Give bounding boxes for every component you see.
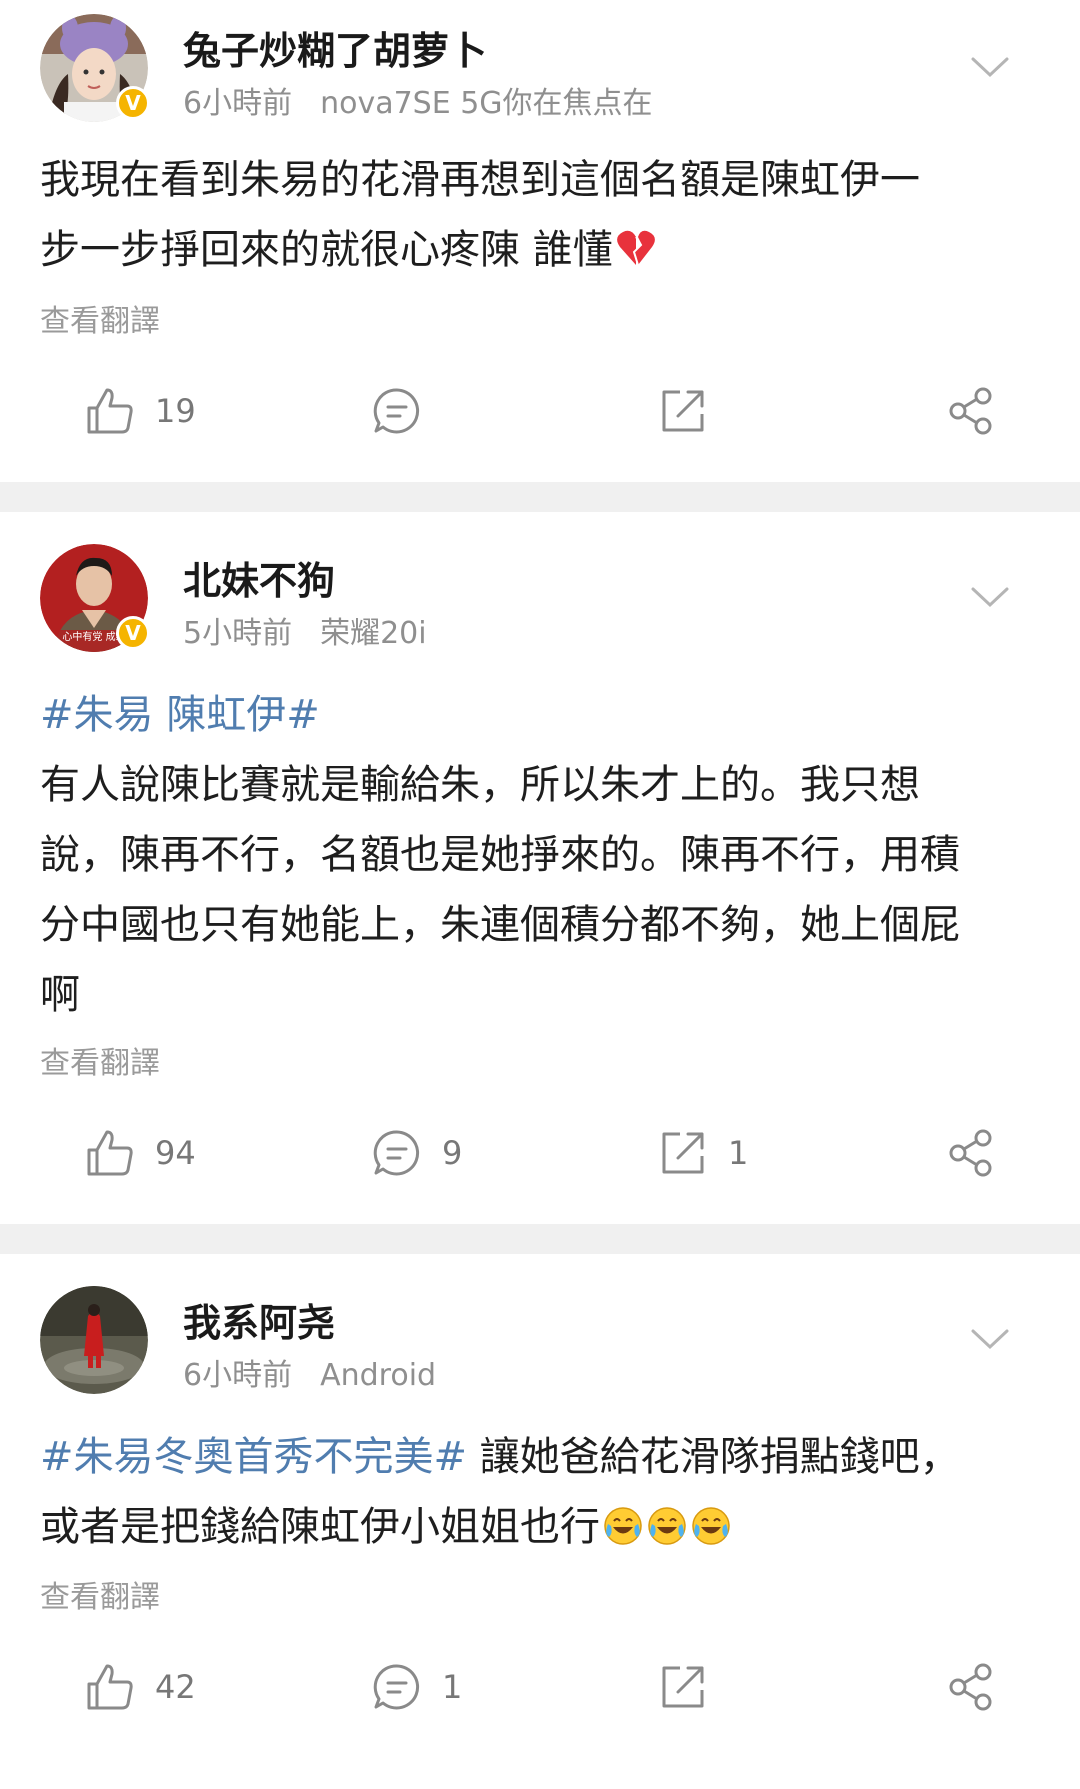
post-device: Android <box>320 1358 437 1393</box>
content-text: 讓她爸給花滑隊捐點錢吧， <box>467 1434 960 1480</box>
repost-icon <box>662 390 704 432</box>
share-button[interactable] <box>946 1657 996 1717</box>
post-separator <box>0 1224 1080 1254</box>
avatar[interactable]: 心中有党 成绩 V <box>40 544 150 652</box>
comment-button[interactable]: 1 <box>372 1657 462 1717</box>
topic-link[interactable]: #朱易冬奧首秀不完美# <box>40 1434 467 1480</box>
like-button[interactable]: 19 <box>85 381 196 441</box>
username[interactable]: 我系阿尧 <box>183 1292 335 1347</box>
post-device: nova7SE 5G你在焦点在 <box>320 86 653 121</box>
content-line: #朱易冬奧首秀不完美# 讓她爸給花滑隊捐點錢吧， <box>40 1422 1040 1492</box>
laugh-cry-emoji <box>648 1507 686 1545</box>
post-content: 我現在看到朱易的花滑再想到這個名額是陳虹伊一 步一步掙回來的就很心疼陳 誰懂 <box>40 145 1040 285</box>
content-line: 啊 <box>40 972 80 1018</box>
thumbs-up-icon <box>87 1130 133 1176</box>
verified-badge-icon: V <box>116 616 150 650</box>
topic-link[interactable]: #朱易 陳虹伊# <box>40 692 320 738</box>
comment-bubble-icon <box>373 388 420 434</box>
avatar[interactable] <box>40 1286 148 1394</box>
post-card: 心中有党 成绩 V 北妹不狗 5小時前 荣耀20i #朱易 陳虹伊# 有人說陳比賽… <box>0 512 1080 1224</box>
like-count: 42 <box>155 1668 196 1706</box>
post-content: #朱易冬奧首秀不完美# 讓她爸給花滑隊捐點錢吧， 或者是把錢給陳虹伊小姐姐也行 <box>40 1422 1040 1562</box>
repost-count: 1 <box>728 1134 749 1172</box>
like-count: 94 <box>155 1134 196 1172</box>
post-meta: 6小時前 Android <box>183 1350 436 1394</box>
share-button[interactable] <box>946 381 996 441</box>
action-bar: 19 <box>0 381 1080 441</box>
chevron-down-icon[interactable] <box>970 584 1010 610</box>
username[interactable]: 兔子炒糊了胡萝卜 <box>183 20 487 75</box>
post-content: #朱易 陳虹伊# 有人說陳比賽就是輸給朱，所以朱才上的。我只想 說，陳再不行，名… <box>40 680 1040 1030</box>
share-icon <box>949 387 992 435</box>
like-button[interactable]: 94 <box>85 1123 196 1183</box>
repost-button[interactable]: 1 <box>658 1123 748 1183</box>
repost-icon <box>662 1132 704 1174</box>
action-bar: 94 9 1 <box>0 1123 1080 1183</box>
action-bar: 42 1 <box>0 1657 1080 1717</box>
repost-button[interactable] <box>658 381 728 441</box>
post-meta: 6小時前 nova7SE 5G你在焦点在 <box>183 78 653 122</box>
content-line: #朱易 陳虹伊# <box>40 680 1040 750</box>
repost-button[interactable] <box>658 1657 728 1717</box>
comment-button[interactable] <box>372 381 442 441</box>
view-translation-link[interactable]: 查看翻譯 <box>40 1572 160 1616</box>
post-device: 荣耀20i <box>320 616 427 651</box>
post-meta: 5小時前 荣耀20i <box>183 608 427 652</box>
comment-count: 1 <box>442 1668 463 1706</box>
content-line: 或者是把錢給陳虹伊小姐姐也行 <box>40 1492 1040 1562</box>
verified-badge-icon: V <box>116 86 150 120</box>
post-card: 我系阿尧 6小時前 Android #朱易冬奧首秀不完美# 讓她爸給花滑隊捐點錢吧… <box>0 1254 1080 1789</box>
repost-icon <box>662 1666 704 1708</box>
content-text: 或者是把錢給陳虹伊小姐姐也行 <box>40 1504 600 1550</box>
laugh-cry-emoji <box>692 1507 730 1545</box>
laugh-cry-emoji <box>604 1507 642 1545</box>
thumbs-up-icon <box>87 1664 133 1710</box>
comment-button[interactable]: 9 <box>372 1123 462 1183</box>
post-time: 5小時前 <box>183 616 293 651</box>
content-text: 步一步掙回來的就很心疼陳 誰懂 <box>40 227 613 273</box>
like-button[interactable]: 42 <box>85 1657 196 1717</box>
comment-bubble-icon <box>373 1130 420 1176</box>
thumbs-up-icon <box>87 388 133 434</box>
avatar-image <box>40 1286 148 1394</box>
content-line: 我現在看到朱易的花滑再想到這個名額是陳虹伊一 <box>40 157 920 203</box>
username[interactable]: 北妹不狗 <box>183 550 335 605</box>
comment-feed: V 兔子炒糊了胡萝卜 6小時前 nova7SE 5G你在焦点在 我現在看到朱易的花… <box>0 0 1080 1789</box>
broken-heart-emoji <box>616 230 655 266</box>
view-translation-link[interactable]: 查看翻譯 <box>40 1038 160 1082</box>
like-count: 19 <box>155 392 196 430</box>
comment-bubble-icon <box>373 1664 420 1710</box>
post-time: 6小時前 <box>183 86 293 121</box>
post-separator <box>0 482 1080 512</box>
content-line: 分中國也只有她能上，朱連個積分都不夠，她上個屁 <box>40 902 960 948</box>
content-line: 步一步掙回來的就很心疼陳 誰懂 <box>40 215 1040 285</box>
post-card: V 兔子炒糊了胡萝卜 6小時前 nova7SE 5G你在焦点在 我現在看到朱易的花… <box>0 0 1080 482</box>
share-icon <box>949 1129 992 1177</box>
comment-count: 9 <box>442 1134 463 1172</box>
avatar[interactable]: V <box>40 14 150 122</box>
share-button[interactable] <box>946 1123 996 1183</box>
post-time: 6小時前 <box>183 1358 293 1393</box>
chevron-down-icon[interactable] <box>970 1326 1010 1352</box>
chevron-down-icon[interactable] <box>970 54 1010 80</box>
content-line: 有人說陳比賽就是輸給朱，所以朱才上的。我只想 <box>40 762 920 808</box>
share-icon <box>949 1663 992 1711</box>
view-translation-link[interactable]: 查看翻譯 <box>40 296 160 340</box>
content-line: 說，陳再不行，名額也是她掙來的。陳再不行，用積 <box>40 832 960 878</box>
